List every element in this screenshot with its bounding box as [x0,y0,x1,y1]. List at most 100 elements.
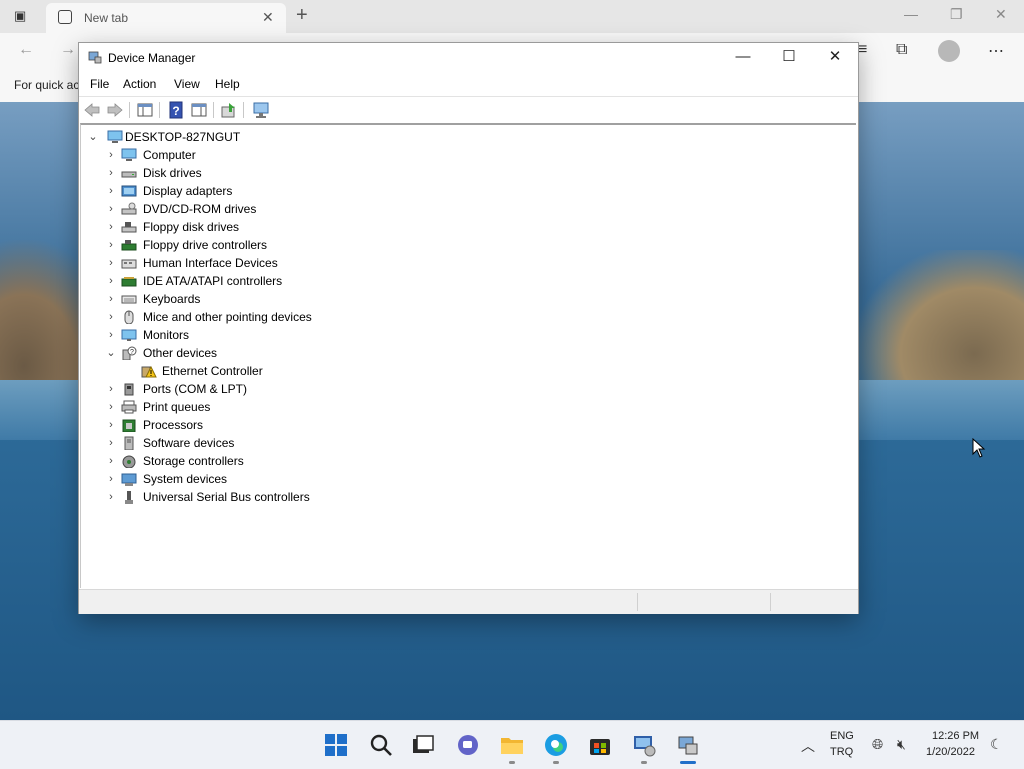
remote-desktop-icon[interactable] [632,733,656,757]
language-indicator-bottom[interactable]: TRQ [830,746,853,758]
tree-category-item[interactable]: › System devices [105,470,705,488]
tree-category-item[interactable]: › Display adapters [105,182,705,200]
collections-icon[interactable]: ⧉ [896,41,907,59]
minimize-button[interactable]: — [720,43,766,73]
menu-help[interactable]: Help [215,77,240,91]
tree-category-item[interactable]: › Print queues [105,398,705,416]
chevron-down-icon[interactable]: ⌄ [87,128,99,146]
volume-muted-icon[interactable]: 🔇︎ [897,736,906,753]
new-tab-button[interactable]: + [296,4,308,27]
chevron-right-icon[interactable]: › [105,452,117,470]
menu-file[interactable]: File [90,77,109,91]
maximize-button[interactable]: ☐ [766,43,812,73]
tree-category-item[interactable]: › Storage controllers [105,452,705,470]
chevron-right-icon[interactable]: › [105,380,117,398]
start-button-icon[interactable] [324,733,348,757]
tree-item-label: Software devices [143,436,235,450]
tree-item-label: Monitors [143,328,190,342]
chevron-right-icon[interactable]: › [105,182,117,200]
tree-item-label: IDE ATA/ATAPI controllers [143,274,283,288]
favorites-icon[interactable]: ≡ [858,41,867,59]
show-hide-console-tree-icon[interactable] [136,101,154,119]
clock-date[interactable]: 1/20/2022 [926,746,975,758]
tree-item-label: Human Interface Devices [143,256,278,270]
back-icon[interactable] [83,101,101,119]
tree-item-label: Other devices [143,346,218,360]
tree-root[interactable]: ⌄ DESKTOP-827NGUT [87,128,687,146]
task-view-icon[interactable] [411,733,435,757]
close-button[interactable]: ✕ [812,43,858,73]
network-globe-icon[interactable]: 🌐︎ [872,736,883,753]
tree-item-label: Floppy disk drives [143,220,240,234]
tab-actions-icon[interactable]: ▣ [14,8,30,24]
tree-category-item[interactable]: › DVD/CD-ROM drives [105,200,705,218]
chat-icon[interactable] [456,733,480,757]
browser-restore-icon[interactable]: ❐ [950,6,963,23]
menu-bar: File Action View Help [79,73,858,95]
browser-tab-bar: ▣ New tab ✕ + — ❐ ✕ [0,0,1024,33]
forward-arrow-icon[interactable]: → [60,41,76,59]
tree-category-item[interactable]: › Keyboards [105,290,705,308]
chevron-right-icon[interactable]: › [105,218,117,236]
chevron-right-icon[interactable]: › [105,308,117,326]
store-icon[interactable] [588,733,612,757]
clock-time[interactable]: 12:26 PM [932,730,979,742]
menu-view[interactable]: View [174,77,200,91]
chevron-right-icon[interactable]: › [105,272,117,290]
tree-category-item[interactable]: › Mice and other pointing devices [105,308,705,326]
browser-tab[interactable]: New tab ✕ [46,3,286,33]
device-manager-taskbar-icon[interactable] [676,733,700,757]
browser-minimize-icon[interactable]: — [904,6,918,22]
edge-icon[interactable] [544,733,568,757]
chevron-right-icon[interactable]: › [105,488,117,506]
favorites-bar-text: For quick ac [14,78,80,92]
running-indicator [553,761,559,764]
toolbar-separator [213,102,214,118]
chevron-right-icon[interactable]: › [105,164,117,182]
tree-category-item[interactable]: › Processors [105,416,705,434]
chevron-right-icon[interactable]: › [105,290,117,308]
update-driver-icon[interactable] [220,101,238,119]
tree-category-item[interactable]: › Computer [105,146,705,164]
search-icon[interactable] [369,733,393,757]
chevron-up-icon[interactable]: ︿ [801,736,815,756]
tree-category-item[interactable]: ⌄? Other devices [105,344,705,362]
tree-category-item[interactable]: › Monitors [105,326,705,344]
tree-category-item[interactable]: › Disk drives [105,164,705,182]
tree-category-item[interactable]: › Floppy disk drives [105,218,705,236]
profile-avatar[interactable] [938,40,960,62]
file-explorer-icon[interactable] [500,733,524,757]
tree-item-label: Storage controllers [143,454,244,468]
tree-category-item[interactable]: › Ports (COM & LPT) [105,380,705,398]
device-manager-app-icon [88,51,102,64]
chevron-right-icon[interactable]: › [105,470,117,488]
language-indicator-top[interactable]: ENG [830,730,854,742]
computer-icon [121,148,137,161]
tree-category-item[interactable]: › Software devices [105,434,705,452]
tree-category-item[interactable]: › Floppy drive controllers [105,236,705,254]
chevron-right-icon[interactable]: › [105,200,117,218]
browser-close-icon[interactable]: ✕ [995,6,1007,23]
chevron-down-icon[interactable]: ⌄ [105,344,117,362]
chevron-right-icon[interactable]: › [105,434,117,452]
tree-child-item[interactable]: Ethernet Controller [125,362,725,380]
menu-action[interactable]: Action [123,77,156,91]
title-bar[interactable]: Device Manager — ☐ ✕ [79,43,858,73]
focus-assist-moon-icon[interactable]: ☾ [990,736,1003,753]
chevron-right-icon[interactable]: › [105,326,117,344]
tree-category-item[interactable]: › Human Interface Devices [105,254,705,272]
tree-category-item[interactable]: › IDE ATA/ATAPI controllers [105,272,705,290]
properties-pane-icon[interactable] [190,101,208,119]
chevron-right-icon[interactable]: › [105,146,117,164]
more-options-icon[interactable]: ⋯ [988,41,1004,61]
help-icon[interactable]: ? [167,101,185,119]
close-tab-icon[interactable]: ✕ [262,9,274,26]
forward-icon[interactable] [106,101,124,119]
chevron-right-icon[interactable]: › [105,398,117,416]
tree-category-item[interactable]: › Universal Serial Bus controllers [105,488,705,506]
scan-hardware-icon[interactable] [252,101,270,119]
chevron-right-icon[interactable]: › [105,254,117,272]
chevron-right-icon[interactable]: › [105,236,117,254]
chevron-right-icon[interactable]: › [105,416,117,434]
back-arrow-icon[interactable]: ← [18,41,34,59]
